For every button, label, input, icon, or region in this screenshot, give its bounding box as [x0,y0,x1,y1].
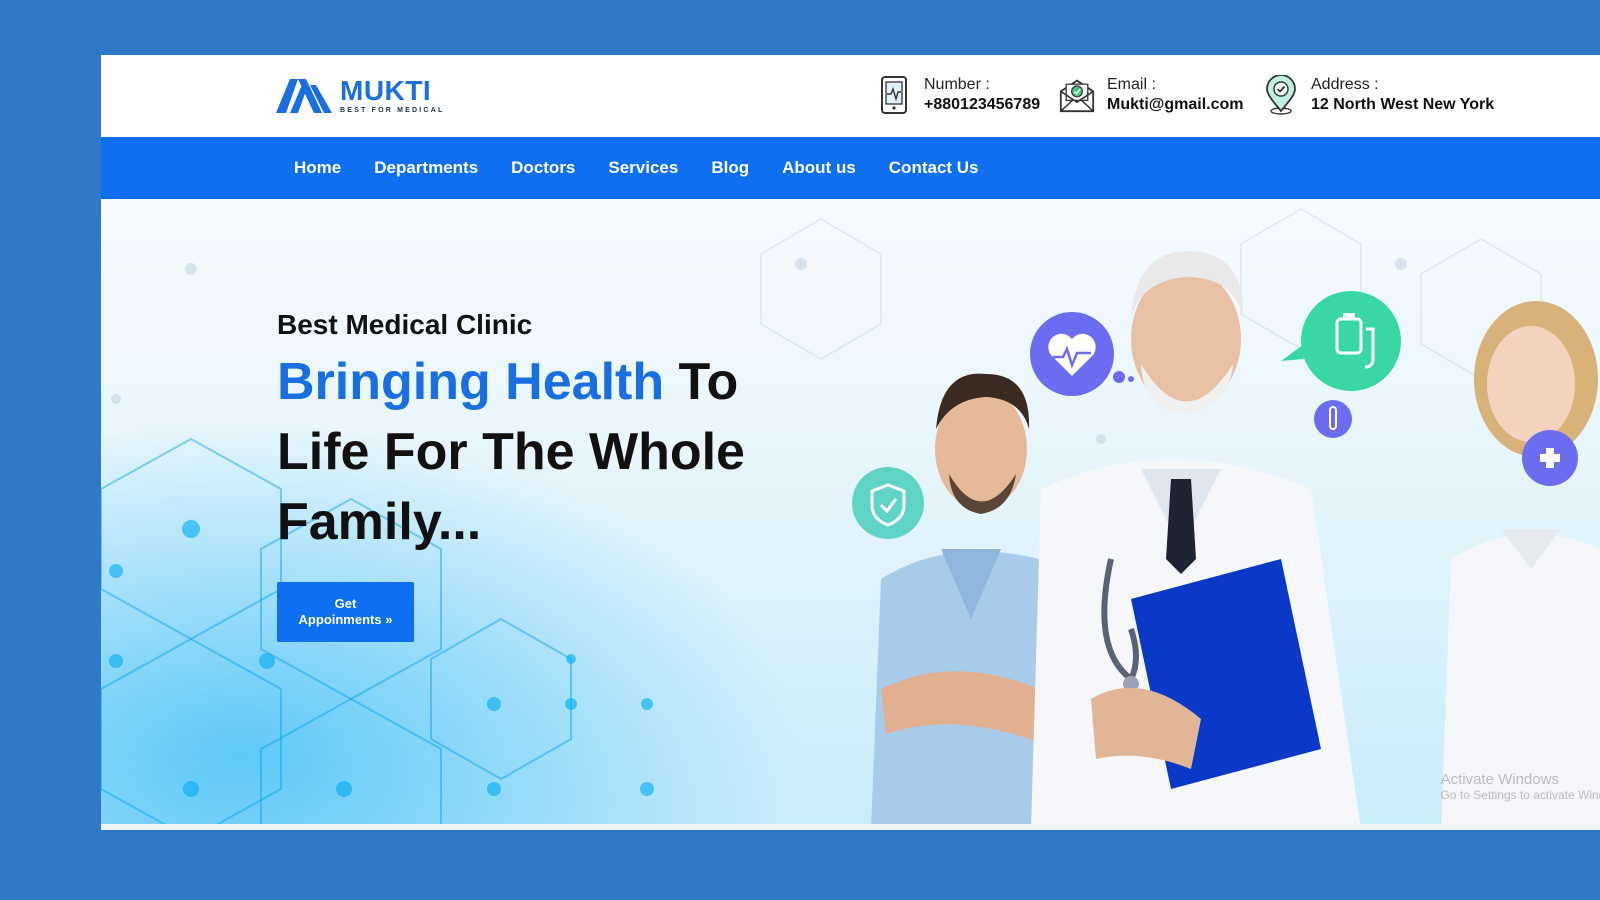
hero-subtitle: Best Medical Clinic [277,309,533,340]
contact-email-label: Email : [1107,76,1156,93]
logo-mark-icon [276,79,332,113]
nav-item-departments[interactable]: Departments [374,158,478,178]
nav-item-contact-us[interactable]: Contact Us [889,158,979,178]
thermometer-badge-icon [1314,400,1352,438]
brand-logo[interactable]: MUKTI BEST FOR MEDICAL [276,75,444,115]
brand-name: MUKTI [340,74,432,106]
phone-tablet-icon [881,76,907,114]
contact-number-label: Number : [924,76,990,93]
website-frame: MUKTI BEST FOR MEDICAL Number : +8801234… [101,55,1600,830]
watermark-line-1: Activate Windows [1440,771,1559,788]
map-pin-check-icon [1266,75,1296,115]
get-appointments-button[interactable]: Get Appoinments » [277,582,414,642]
nav-item-services[interactable]: Services [608,158,678,178]
contact-address: Address : 12 North West New York [1263,75,1494,115]
windows-watermark: Activate Windows Go to Settings to activ… [1441,771,1600,802]
hero-title: Bringing Health To Life For The Whole Fa… [277,347,797,557]
contact-email: Email : Mukti@gmail.com [1059,75,1244,115]
nav-item-home[interactable]: Home [294,158,341,178]
cta-line-1: Get [334,596,357,611]
nav-item-blog[interactable]: Blog [711,158,749,178]
brand-tagline: BEST FOR MEDICAL [340,106,445,114]
hero-title-highlight: Bringing Health [277,353,665,411]
female-doctor-figure [1441,301,1600,824]
main-nav: Home Departments Doctors Services Blog A… [101,137,1600,199]
nav-item-doctors[interactable]: Doctors [511,158,575,178]
hero-bottom-border [101,824,1600,830]
cta-line-2: Appoinments » [298,612,393,627]
hero-section: Best Medical Clinic Bringing Health To L… [101,199,1600,824]
envelope-check-icon [1059,79,1095,113]
nav-item-about-us[interactable]: About us [782,158,856,178]
shield-badge-icon [852,467,924,539]
iv-bag-badge-icon [1301,291,1401,391]
contact-number: Number : +880123456789 [876,75,1040,115]
watermark-line-2: Go to Settings to activate Windows. [1440,788,1600,802]
contact-address-label: Address : [1311,76,1379,93]
contact-address-value: 12 North West New York [1311,96,1495,113]
contact-number-value[interactable]: +880123456789 [924,95,1040,115]
top-header: MUKTI BEST FOR MEDICAL Number : +8801234… [101,55,1600,137]
doctors-photo [852,250,1600,824]
contact-email-value[interactable]: Mukti@gmail.com [1107,95,1244,115]
